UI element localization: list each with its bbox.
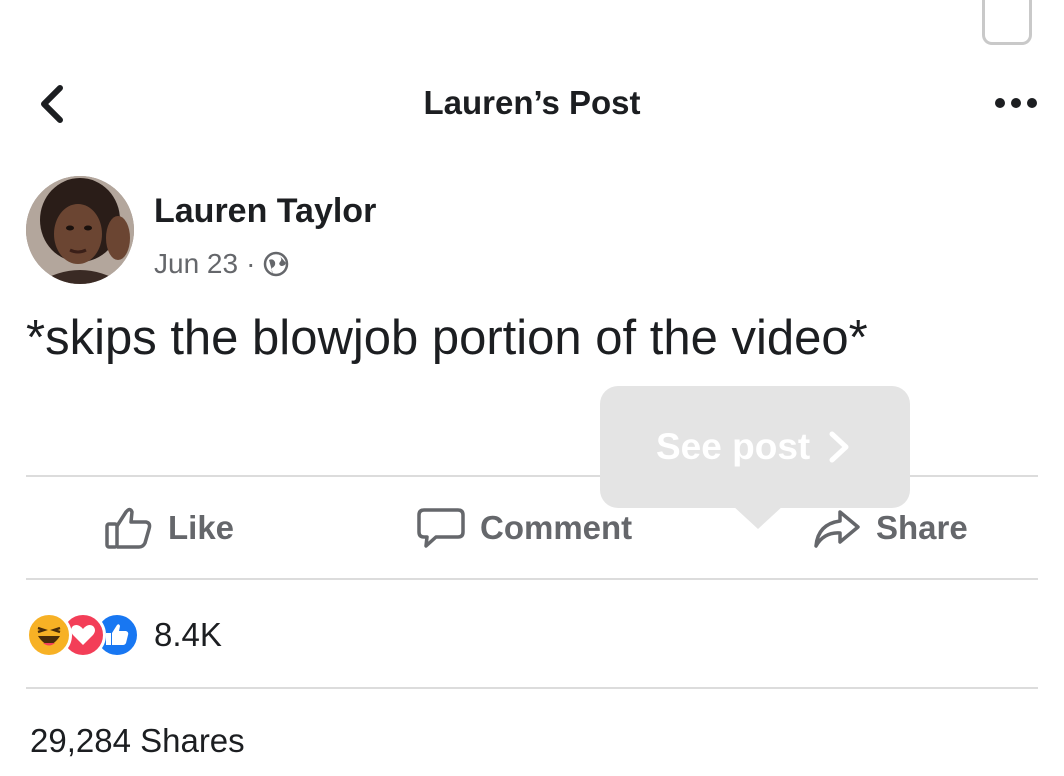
see-post-tooltip[interactable]: See post	[600, 386, 910, 508]
more-dots-icon	[995, 98, 1037, 108]
comment-label: Comment	[480, 509, 633, 546]
avatar[interactable]	[26, 176, 134, 284]
comment-bubble-icon	[417, 508, 465, 548]
more-options-button[interactable]	[990, 88, 1042, 118]
reaction-summary[interactable]: 8.4K	[26, 608, 222, 662]
top-bar: Lauren’s Post	[0, 62, 1064, 146]
share-label: Share	[876, 509, 968, 546]
share-arrow-icon	[814, 510, 860, 548]
window-frame-corner	[982, 0, 1032, 45]
page-title: Lauren’s Post	[423, 84, 641, 121]
post-text: *skips the blowjob portion of the video*	[26, 311, 868, 365]
divider-middle	[26, 578, 1038, 580]
haha-reaction-icon	[26, 612, 72, 658]
like-label: Like	[168, 509, 235, 546]
comment-button[interactable]: Comment	[416, 506, 632, 550]
profile-photo	[26, 176, 134, 284]
thumbs-up-icon	[105, 507, 152, 549]
share-button[interactable]: Share	[812, 506, 968, 550]
reaction-count: 8.4K	[154, 616, 222, 653]
like-button[interactable]: Like	[104, 506, 234, 550]
chevron-right-icon	[829, 431, 849, 463]
author-name[interactable]: Lauren Taylor	[154, 192, 376, 231]
tooltip-pointer	[732, 505, 784, 529]
globe-icon	[264, 251, 289, 277]
post-meta: Jun 23 ·	[154, 248, 289, 280]
shares-count[interactable]: 29,284 Shares	[30, 722, 245, 760]
tooltip-content: See post	[656, 426, 850, 468]
post-header: Lauren Taylor Jun 23 ·	[26, 176, 926, 286]
meta-separator: ·	[246, 248, 256, 279]
divider-bottom	[26, 687, 1038, 689]
post-date[interactable]: Jun 23	[154, 248, 238, 280]
see-post-label: See post	[656, 426, 811, 467]
